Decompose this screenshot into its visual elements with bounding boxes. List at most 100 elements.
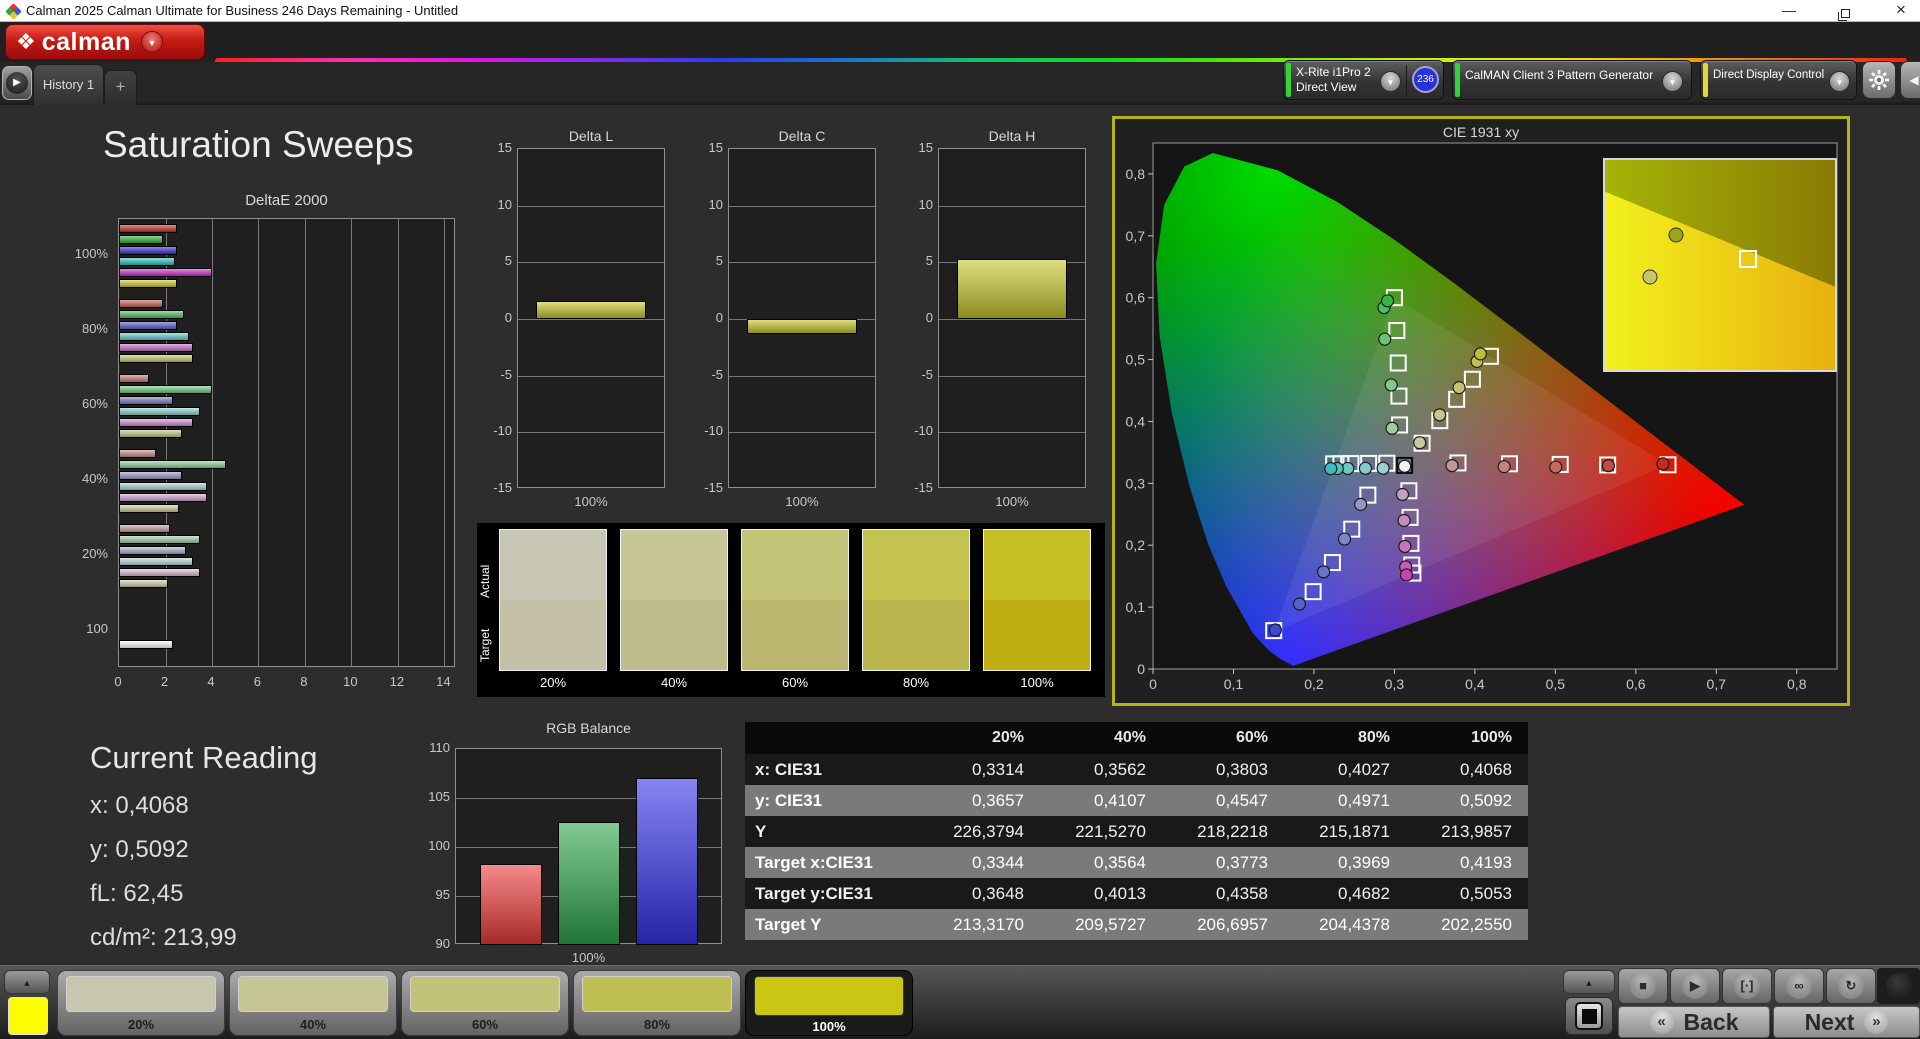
table-value: 0,4013 <box>1040 878 1162 909</box>
chevron-down-icon[interactable]: ▼ <box>1829 71 1850 92</box>
swatch-column-label: 80% <box>862 675 970 690</box>
page-title: Saturation Sweeps <box>103 124 414 166</box>
actual-target-swatch-panel: ActualTarget20%40%60%80%100% <box>477 523 1105 697</box>
display-control-name: Direct Display Control <box>1713 68 1824 83</box>
stop-button[interactable]: ■ <box>1618 968 1668 1004</box>
play-button[interactable]: ▶ <box>1670 968 1720 1004</box>
gridline <box>729 376 875 377</box>
swatch-cell-60%[interactable] <box>741 529 849 671</box>
add-tab-button[interactable]: + <box>104 70 137 105</box>
next-button[interactable]: Next » <box>1773 1006 1920 1038</box>
patch-color <box>66 976 216 1012</box>
deltae-bar <box>119 557 193 566</box>
display-control-dropdown[interactable]: Direct Display Control ▼ <box>1700 60 1857 100</box>
y-tick-label: -10 <box>480 423 512 438</box>
swatch-cell-100%[interactable] <box>983 529 1091 671</box>
calman-logo-button[interactable]: ❖ calman ▼ <box>5 24 205 60</box>
back-button[interactable]: « Back <box>1618 1006 1770 1038</box>
y-tick-label: -5 <box>901 367 933 382</box>
deltae-bar <box>119 235 163 244</box>
y-tick-label: 10 <box>691 197 723 212</box>
table-value: 226,3794 <box>918 816 1040 847</box>
delta_h-plot <box>938 148 1086 488</box>
deltae-bar <box>119 354 193 363</box>
meter-mode: Direct View <box>1296 80 1356 94</box>
cie-zoom-inset <box>1604 159 1836 371</box>
patch-color <box>754 976 904 1016</box>
cie-chart-title: CIE 1931 xy <box>1115 124 1847 140</box>
swatch-cell-40%[interactable] <box>620 529 728 671</box>
single-measure-button-icon: [·] <box>1734 973 1760 999</box>
table-header-cell: 80% <box>1284 722 1406 754</box>
continuous-measure-button[interactable]: ∞ <box>1774 968 1824 1004</box>
refresh-button[interactable]: ↻ <box>1826 968 1876 1004</box>
window-title: Calman 2025 Calman Ultimate for Business… <box>26 3 458 18</box>
gridline <box>939 206 1085 207</box>
close-button[interactable]: × <box>1884 0 1918 22</box>
y-tick-label: 5 <box>480 253 512 268</box>
y-group-label: 80% <box>60 321 108 336</box>
pattern-patch-60%[interactable]: 60% <box>401 970 569 1036</box>
collapse-panel-button[interactable]: ◀ <box>1900 61 1920 99</box>
table-value: 0,5092 <box>1406 785 1528 816</box>
minimize-button[interactable]: — <box>1772 0 1806 22</box>
table-value: 0,3344 <box>918 847 1040 878</box>
chevron-down-icon[interactable]: ▼ <box>1662 71 1683 92</box>
table-value: 0,3969 <box>1284 847 1406 878</box>
table-value: 0,4971 <box>1284 785 1406 816</box>
rgb-balance-chart: RGB Balance1101051009590100% <box>420 718 732 976</box>
gridline <box>518 376 664 377</box>
bottom-bar: ▲ 20%40%60%80%100% ▲ ■▶ [·] ∞↻ « Back Next… <box>0 965 1920 1039</box>
up-arrow-icon: ▲ <box>23 978 32 988</box>
pattern-window-up-button[interactable]: ▲ <box>4 970 50 994</box>
table-header-cell: 20% <box>918 722 1040 754</box>
measured-point-red <box>1657 458 1669 470</box>
y-tick-label: 15 <box>901 140 933 155</box>
measured-point-magenta <box>1398 514 1410 526</box>
tab-history-1[interactable]: History 1 <box>33 64 104 105</box>
svg-text:0,2: 0,2 <box>1126 537 1146 553</box>
status-indicator-button[interactable] <box>1877 968 1920 1004</box>
y-tick-label: 0 <box>901 310 933 325</box>
rgb-plot <box>455 748 722 944</box>
target-swatch <box>742 600 848 670</box>
actual-swatch <box>621 530 727 600</box>
svg-text:0,6: 0,6 <box>1626 676 1646 692</box>
logo-menu-chevron-icon[interactable]: ▼ <box>141 31 163 53</box>
chevron-down-icon[interactable]: ▼ <box>1380 71 1401 92</box>
restore-button[interactable] <box>1828 0 1862 22</box>
pattern-patch-100%[interactable]: 100% <box>745 970 913 1036</box>
single-measure-button[interactable]: [·] <box>1722 968 1772 1004</box>
deltae-bar <box>119 299 163 308</box>
swatch-cell-80%[interactable] <box>862 529 970 671</box>
actual-swatch <box>742 530 848 600</box>
table-value: 0,3314 <box>918 754 1040 785</box>
pattern-patch-80%[interactable]: 80% <box>573 970 741 1036</box>
table-value: 0,3773 <box>1162 847 1284 878</box>
measured-point-green <box>1385 379 1397 391</box>
pattern-patch-20%[interactable]: 20% <box>57 970 225 1036</box>
meter-window-up-button[interactable]: ▲ <box>1563 970 1615 994</box>
deltae-bar <box>119 579 168 588</box>
delta_l-title: Delta L <box>517 128 665 144</box>
measured-point-white <box>1399 460 1411 472</box>
patch-color <box>410 976 560 1012</box>
y-tick-label: 5 <box>691 253 723 268</box>
layout-nav-button[interactable]: ▶ <box>2 66 32 100</box>
pattern-patch-40%[interactable]: 40% <box>229 970 397 1036</box>
table-value: 206,6957 <box>1162 909 1284 940</box>
settings-button[interactable] <box>1862 61 1896 99</box>
current-pattern-color[interactable] <box>8 997 48 1035</box>
y-tick-label: -15 <box>691 480 723 495</box>
swatch-cell-20%[interactable] <box>499 529 607 671</box>
up-arrow-icon: ▲ <box>1585 978 1594 988</box>
meter-count-badge[interactable]: 236 <box>1412 66 1439 93</box>
svg-text:0,3: 0,3 <box>1126 475 1146 491</box>
pattern-generator-dropdown[interactable]: CalMAN Client 3 Pattern Generator ▼ <box>1452 60 1692 100</box>
display-status-bar <box>1703 63 1708 97</box>
svg-text:0,4: 0,4 <box>1126 413 1146 429</box>
pattern-window-toggle-button[interactable] <box>1565 997 1613 1035</box>
measured-point-cyan <box>1325 463 1337 475</box>
meter-dropdown[interactable]: X-Rite i1Pro 2 Direct View ▼ 236 <box>1283 60 1444 100</box>
table-value: 209,5727 <box>1040 909 1162 940</box>
